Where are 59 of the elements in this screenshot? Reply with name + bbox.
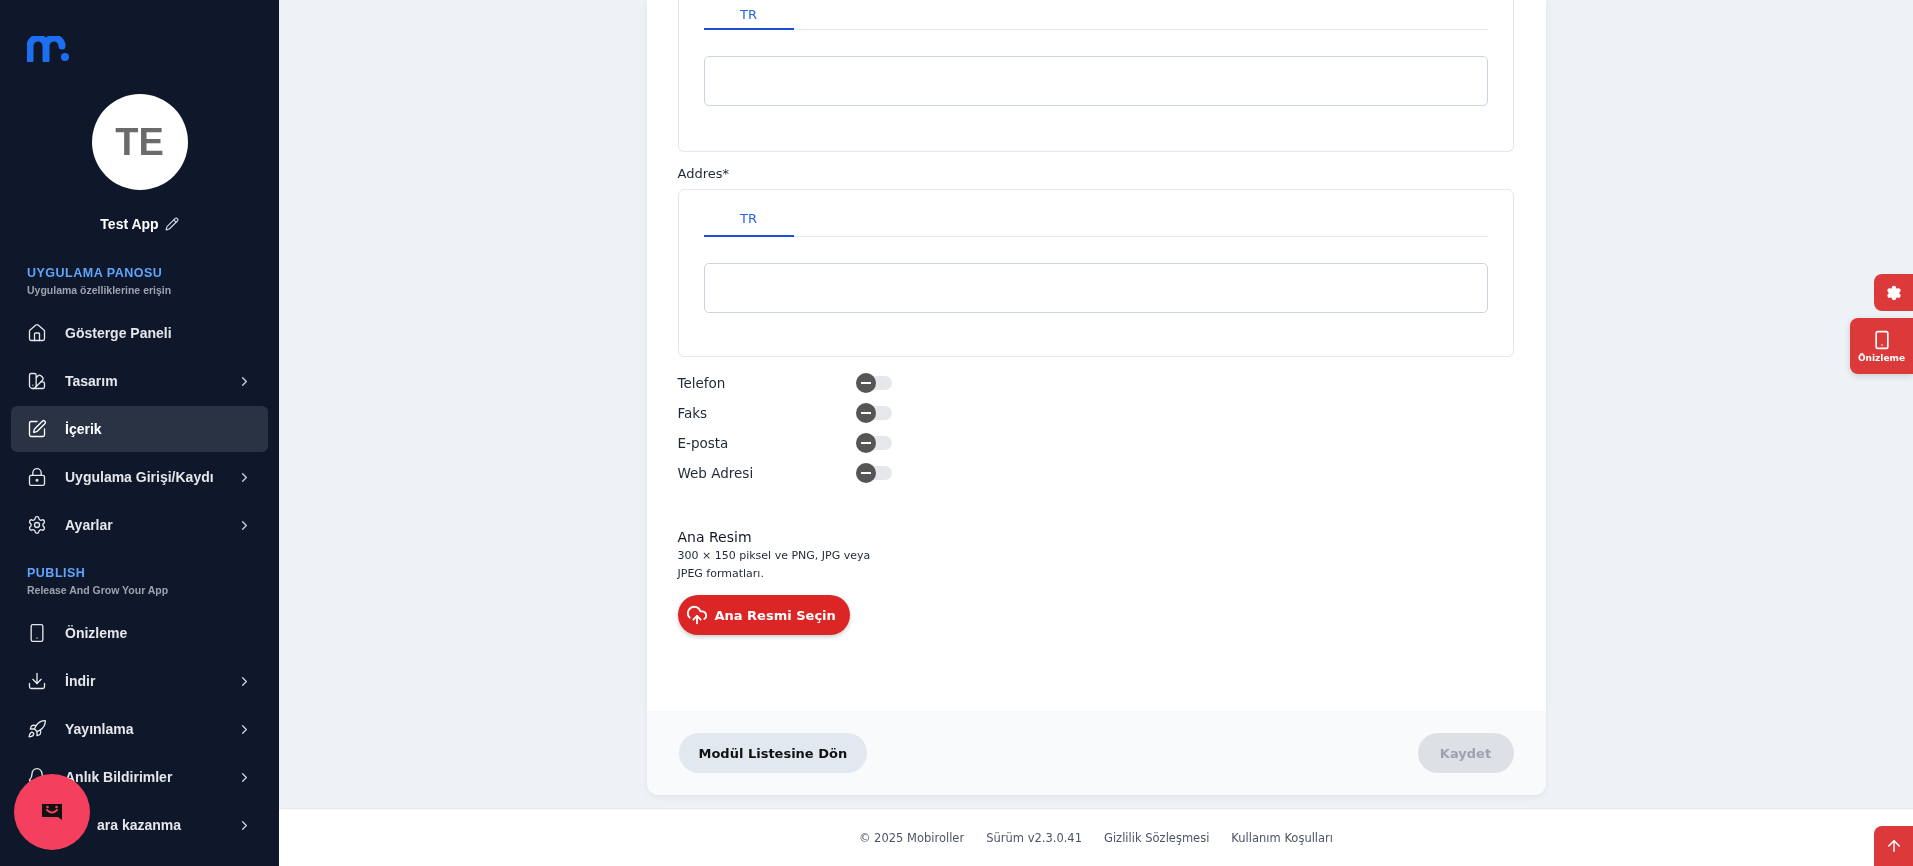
footer-link[interactable]: Kullanım Koşulları (1231, 830, 1334, 845)
section-subtitle: Uygulama özelliklerine erişin (26, 283, 173, 298)
sidebar-item[interactable]: Tasarım (11, 358, 268, 404)
toggle-label: E-posta (677, 435, 730, 451)
scroll-top-button[interactable] (1874, 826, 1913, 866)
sidebar-item[interactable]: Yayınlama (11, 706, 268, 752)
sidebar-item-label: Tasarım (65, 373, 118, 389)
cloud-upload-icon (685, 604, 708, 626)
footer-link[interactable]: Sürüm v2.3.0.41 (986, 830, 1082, 845)
app-name: Test App (100, 216, 159, 232)
sidebar-item[interactable]: İçerik (11, 406, 268, 452)
sidebar-item-label: Önizleme (65, 625, 128, 641)
input-field[interactable] (703, 263, 1488, 313)
sidebar-item-label: Yayınlama (65, 721, 134, 737)
house-icon (27, 323, 47, 343)
field-label: Addres* (677, 166, 730, 181)
image-title: Ana Resim (677, 529, 753, 545)
toggle-switch[interactable] (855, 406, 892, 420)
toggle-switch[interactable] (855, 436, 892, 450)
sidebar-item-label: İndir (65, 673, 96, 689)
sidebar-item-label: İçerik (65, 421, 102, 437)
toggle-switch[interactable] (855, 466, 892, 480)
gear-icon (27, 515, 47, 535)
section-title: PUBLISH (26, 566, 87, 580)
back-button[interactable]: Modül Listesine Dön (678, 733, 868, 773)
sidebar-item[interactable]: Gösterge Paneli (11, 310, 268, 356)
sidebar-item-label: ara kazanma (97, 817, 182, 833)
pen-square-icon (27, 419, 47, 439)
pencil-icon[interactable] (164, 217, 179, 231)
language-tab[interactable]: TR (703, 201, 794, 237)
sidebar-item-label: Uygulama Girişi/Kaydı (65, 469, 214, 485)
toggle-switch[interactable] (855, 376, 892, 390)
image-hint: 300 × 150 piksel ve PNG, JPG veya JPEG formatları. (677, 548, 872, 582)
logo-icon (27, 36, 71, 62)
sidebar-item[interactable]: ara kazanma (11, 802, 268, 848)
sidebar-item[interactable]: Ayarlar (11, 502, 268, 548)
swatch-icon (27, 371, 47, 391)
section-title: UYGULAMA PANOSU (26, 266, 164, 280)
sidebar-item-label: Gösterge Paneli (65, 325, 172, 341)
toggle-label: Web Adresi (677, 465, 755, 481)
copyright-text: © 2025 Mobiroller (858, 830, 965, 845)
toggle-label: Telefon (677, 375, 727, 391)
section-subtitle: Release And Grow Your App (26, 583, 170, 598)
avatar: TE (91, 94, 188, 190)
upload-button[interactable]: Ana Resmi Seçin (677, 595, 850, 635)
toggle-label: Faks (677, 405, 709, 421)
input-field[interactable] (703, 56, 1488, 106)
sidebar-item[interactable]: Önizleme (11, 610, 268, 656)
language-tab[interactable]: TR (703, 0, 794, 30)
preview-button[interactable]: Önizleme (1850, 318, 1913, 374)
lock-icon (27, 467, 47, 487)
rocket-icon (27, 719, 47, 739)
footer-link[interactable]: Gizlilik Sözleşmesi (1104, 830, 1210, 845)
settings-button[interactable] (1874, 274, 1913, 311)
sidebar-item[interactable]: İndir (11, 658, 268, 704)
sidebar-item-label: Ayarlar (65, 517, 113, 533)
download-icon (27, 671, 47, 691)
settings-icon (1885, 284, 1902, 301)
sidebar-item[interactable]: Uygulama Girişi/Kaydı (11, 454, 268, 500)
